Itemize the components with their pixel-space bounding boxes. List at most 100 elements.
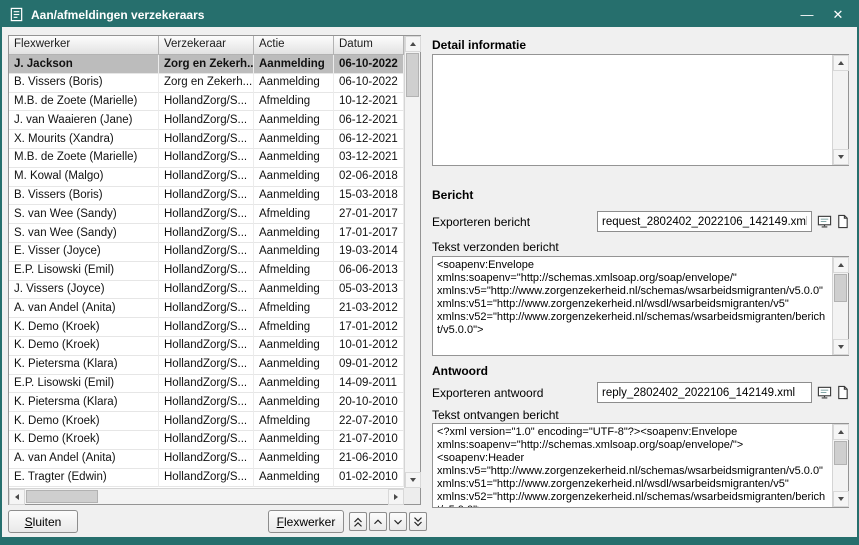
cell-datum: 20-10-2010 xyxy=(334,393,404,412)
vertical-scroll-thumb[interactable] xyxy=(834,274,847,302)
table-row[interactable]: J. van Waaieren (Jane) HollandZorg/S... … xyxy=(9,111,404,130)
table-row[interactable]: M.B. de Zoete (Marielle) HollandZorg/S..… xyxy=(9,93,404,112)
cell-datum: 10-12-2021 xyxy=(334,93,404,112)
detail-informatie-textarea[interactable] xyxy=(433,55,832,165)
scroll-left-button[interactable] xyxy=(9,489,25,505)
table-row[interactable]: E. Visser (Joyce) HollandZorg/S... Aanme… xyxy=(9,243,404,262)
triangle-up-icon xyxy=(410,42,416,46)
table-row[interactable]: E. Tragter (Edwin) HollandZorg/S... Aanm… xyxy=(9,469,404,487)
cell-actie: Afmelding xyxy=(254,318,334,337)
table-row[interactable]: E.P. Lisowski (Emil) HollandZorg/S... Aa… xyxy=(9,375,404,394)
cell-flexwerker: J. van Waaieren (Jane) xyxy=(9,111,159,130)
double-chevron-down-icon xyxy=(411,515,425,529)
antwoord-export-file-button[interactable] xyxy=(834,384,850,400)
table-horizontal-scrollbar[interactable] xyxy=(9,488,404,504)
cell-actie: Aanmelding xyxy=(254,375,334,394)
column-header-actie[interactable]: Actie xyxy=(254,36,334,54)
detail-scrollbar[interactable] xyxy=(832,55,848,165)
flexwerker-button-label: Flexwerker xyxy=(277,515,336,529)
table-row[interactable]: S. van Wee (Sandy) HollandZorg/S... Aanm… xyxy=(9,224,404,243)
cell-flexwerker: A. van Andel (Anita) xyxy=(9,299,159,318)
table-row[interactable]: S. van Wee (Sandy) HollandZorg/S... Afme… xyxy=(9,205,404,224)
scroll-up-button[interactable] xyxy=(833,55,849,71)
cell-flexwerker: A. van Andel (Anita) xyxy=(9,450,159,469)
cell-actie: Aanmelding xyxy=(254,281,334,300)
scroll-right-button[interactable] xyxy=(388,489,404,505)
first-record-button[interactable] xyxy=(349,512,367,531)
vertical-scroll-thumb[interactable] xyxy=(406,53,419,97)
close-button[interactable]: ✕ xyxy=(826,4,850,26)
cell-datum: 22-07-2010 xyxy=(334,412,404,431)
scroll-down-button[interactable] xyxy=(833,491,849,507)
table-vertical-scrollbar[interactable] xyxy=(404,36,420,488)
cell-datum: 14-09-2011 xyxy=(334,375,404,394)
cell-actie: Aanmelding xyxy=(254,74,334,93)
table-row[interactable]: A. van Andel (Anita) HollandZorg/S... Af… xyxy=(9,299,404,318)
bericht-view-button[interactable] xyxy=(816,213,832,229)
table-row[interactable]: M. Kowal (Malgo) HollandZorg/S... Aanmel… xyxy=(9,168,404,187)
exporteren-antwoord-label: Exporteren antwoord xyxy=(432,386,543,400)
table-row[interactable]: J. Vissers (Joyce) HollandZorg/S... Aanm… xyxy=(9,281,404,300)
next-record-button[interactable] xyxy=(389,512,407,531)
minimize-button[interactable]: — xyxy=(795,4,819,26)
exporteren-bericht-label: Exporteren bericht xyxy=(432,215,530,229)
scroll-up-button[interactable] xyxy=(405,36,421,52)
ontvangen-bericht-textarea[interactable]: <?xml version="1.0" encoding="UTF-8"?><s… xyxy=(433,424,832,507)
cell-verzekeraar: HollandZorg/S... xyxy=(159,412,254,431)
cell-verzekeraar: HollandZorg/S... xyxy=(159,281,254,300)
app-icon xyxy=(9,7,24,22)
table-row[interactable]: B. Vissers (Boris) Zorg en Zekerh... Aan… xyxy=(9,74,404,93)
tekst-verzonden-label: Tekst verzonden bericht xyxy=(432,240,559,254)
cell-datum: 06-06-2013 xyxy=(334,262,404,281)
cell-actie: Aanmelding xyxy=(254,187,334,206)
cell-verzekeraar: HollandZorg/S... xyxy=(159,469,254,487)
cell-actie: Afmelding xyxy=(254,93,334,112)
column-header-flexwerker[interactable]: Flexwerker xyxy=(9,36,159,54)
table-header: Flexwerker Verzekeraar Actie Datum xyxy=(9,36,404,55)
scroll-down-button[interactable] xyxy=(833,149,849,165)
column-header-datum[interactable]: Datum xyxy=(334,36,404,54)
table-row[interactable]: K. Pietersma (Klara) HollandZorg/S... Aa… xyxy=(9,393,404,412)
cell-datum: 27-01-2017 xyxy=(334,205,404,224)
last-record-button[interactable] xyxy=(409,512,427,531)
detail-informatie-box xyxy=(432,54,849,166)
exporteren-bericht-input[interactable] xyxy=(597,211,812,232)
bericht-export-file-button[interactable] xyxy=(834,213,850,229)
antwoord-view-button[interactable] xyxy=(816,384,832,400)
vertical-scroll-thumb[interactable] xyxy=(834,441,847,465)
cell-flexwerker: S. van Wee (Sandy) xyxy=(9,205,159,224)
sluiten-button[interactable]: Sluiten xyxy=(8,510,78,533)
scroll-down-button[interactable] xyxy=(405,472,421,488)
ontvangen-scrollbar[interactable] xyxy=(832,424,848,507)
verzonden-scrollbar[interactable] xyxy=(832,257,848,355)
table-row[interactable]: K. Demo (Kroek) HollandZorg/S... Aanmeld… xyxy=(9,431,404,450)
table-row[interactable]: J. Jackson Zorg en Zekerh... Aanmelding … xyxy=(9,55,404,74)
table-row[interactable]: K. Demo (Kroek) HollandZorg/S... Afmeldi… xyxy=(9,412,404,431)
table-row[interactable]: K. Demo (Kroek) HollandZorg/S... Aanmeld… xyxy=(9,337,404,356)
table-row[interactable]: B. Vissers (Boris) HollandZorg/S... Aanm… xyxy=(9,187,404,206)
table-row[interactable]: A. van Andel (Anita) HollandZorg/S... Aa… xyxy=(9,450,404,469)
flexwerker-button[interactable]: Flexwerker xyxy=(268,510,344,533)
scroll-down-button[interactable] xyxy=(833,339,849,355)
horizontal-scroll-thumb[interactable] xyxy=(26,490,98,503)
table-body: J. Jackson Zorg en Zekerh... Aanmelding … xyxy=(9,55,404,487)
exporteren-antwoord-input[interactable] xyxy=(597,382,812,403)
cell-verzekeraar: HollandZorg/S... xyxy=(159,318,254,337)
column-header-verzekeraar[interactable]: Verzekeraar xyxy=(159,36,254,54)
scroll-up-button[interactable] xyxy=(833,424,849,440)
registrations-table: Flexwerker Verzekeraar Actie Datum J. Ja… xyxy=(8,35,421,505)
table-row[interactable]: M.B. de Zoete (Marielle) HollandZorg/S..… xyxy=(9,149,404,168)
previous-record-button[interactable] xyxy=(369,512,387,531)
table-row[interactable]: X. Mourits (Xandra) HollandZorg/S... Aan… xyxy=(9,130,404,149)
scroll-up-button[interactable] xyxy=(833,257,849,273)
verzonden-bericht-textarea[interactable]: <soapenv:Envelope xmlns:soapenv="http://… xyxy=(433,257,832,355)
title-bar[interactable]: Aan/afmeldingen verzekeraars — ✕ xyxy=(2,2,857,27)
cell-actie: Aanmelding xyxy=(254,356,334,375)
cell-actie: Aanmelding xyxy=(254,243,334,262)
antwoord-section-label: Antwoord xyxy=(432,364,488,378)
cell-flexwerker: E.P. Lisowski (Emil) xyxy=(9,262,159,281)
table-row[interactable]: K. Demo (Kroek) HollandZorg/S... Afmeldi… xyxy=(9,318,404,337)
table-row[interactable]: E.P. Lisowski (Emil) HollandZorg/S... Af… xyxy=(9,262,404,281)
table-row[interactable]: K. Pietersma (Klara) HollandZorg/S... Aa… xyxy=(9,356,404,375)
cell-flexwerker: K. Demo (Kroek) xyxy=(9,337,159,356)
